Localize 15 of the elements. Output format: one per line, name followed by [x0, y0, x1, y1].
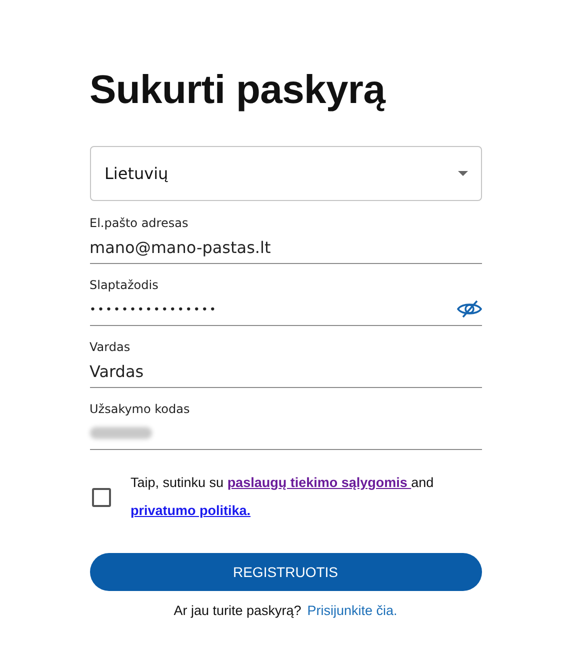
privacy-link[interactable]: privatumo politika. — [130, 503, 251, 518]
consent-text: Taip, sutinku su paslaugų tiekimo sąlygomis and privatumo politika. — [130, 474, 434, 520]
language-select[interactable]: Lietuvių — [90, 146, 482, 201]
input-field[interactable]: El.pašto adresas mano@mano-pastas.lt — [90, 215, 482, 264]
eye-slash-icon[interactable] — [456, 300, 482, 318]
consent-checkbox[interactable] — [92, 488, 110, 506]
login-link[interactable]: Prisijunkite čia. — [307, 603, 398, 618]
caret-icon — [458, 171, 468, 176]
input-field[interactable]: Slaptažodis •••••••••••••••• — [90, 277, 482, 326]
page-title: Sukurti paskyrą — [90, 67, 387, 114]
input-field[interactable]: Vardas Vardas — [90, 339, 482, 388]
terms-link[interactable]: paslaugų tiekimo sąlygomis — [227, 475, 412, 490]
footer-text: Ar jau turite paskyrą? — [174, 603, 302, 618]
register-button[interactable]: REGISTRUOTIS — [90, 553, 482, 591]
input-field[interactable]: Užsakymo kodas — [90, 401, 482, 450]
